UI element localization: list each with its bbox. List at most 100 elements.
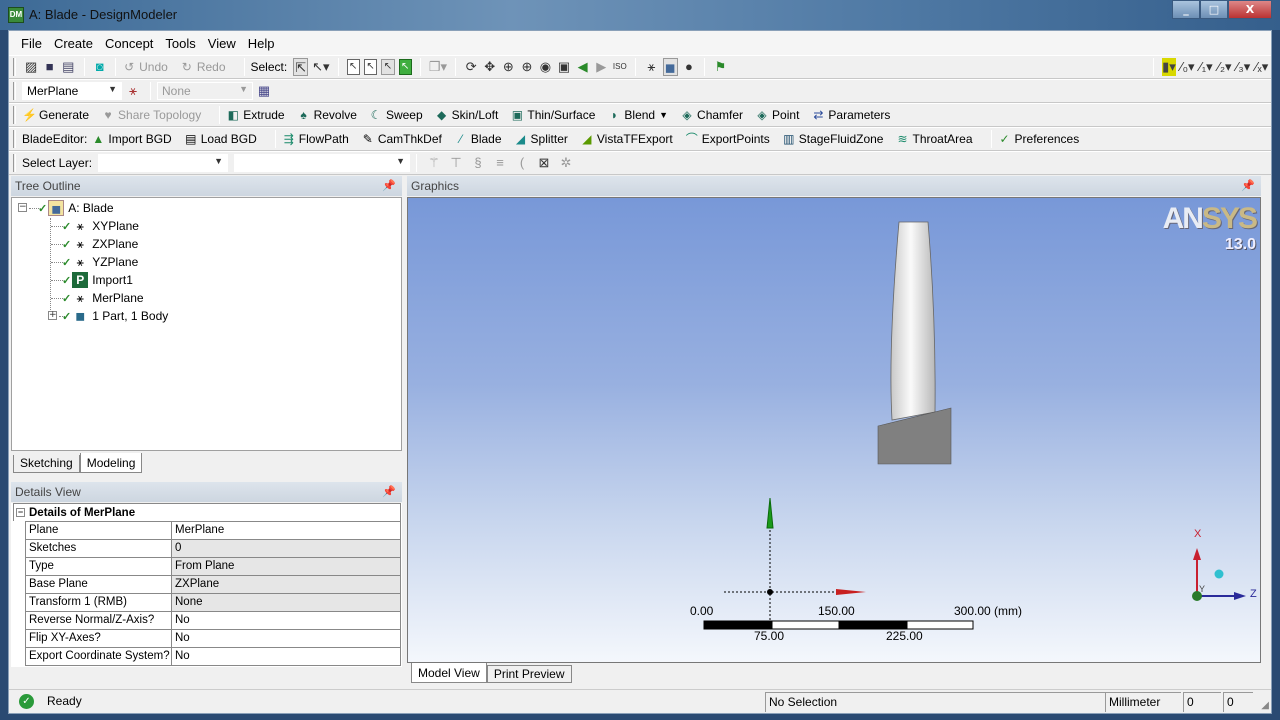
pin-icon[interactable]: 📌 [382, 176, 396, 196]
line-style-0-icon[interactable]: ⁄₀▾ [1180, 58, 1195, 76]
show-model-icon[interactable]: ◼ [662, 58, 678, 76]
details-row[interactable]: Sketches 0 [26, 540, 401, 558]
new-sketch-icon[interactable]: ▦ [255, 82, 273, 100]
tree-node-merplane[interactable]: ✓ ⚹ MerPlane [62, 289, 144, 307]
collapse-icon[interactable]: − [18, 203, 27, 212]
sketch-tool-3-icon[interactable]: § [469, 154, 487, 172]
resize-grip-icon[interactable]: ◢ [1261, 700, 1269, 711]
line-style-2-icon[interactable]: ⁄₂▾ [1217, 58, 1232, 76]
details-value[interactable]: ZXPlane [172, 576, 401, 593]
vistatfexport-button[interactable]: ◢ VistaTFExport [580, 132, 672, 146]
menu-concept[interactable]: Concept [99, 36, 159, 51]
menu-file[interactable]: File [15, 36, 48, 51]
details-row[interactable]: Type From Plane [26, 558, 401, 576]
tree-node-xyplane[interactable]: ✓ ⚹ XYPlane [62, 217, 139, 235]
next-view-icon[interactable]: ▶ [594, 58, 609, 76]
iso-view-icon[interactable]: ISO [613, 58, 628, 76]
blend-button[interactable]: ◗ Blend ▼ [607, 108, 668, 122]
line-style-x-icon[interactable]: ⁄ₓ▾ [1255, 58, 1270, 76]
plane-combo[interactable]: MerPlane ▼ [22, 82, 122, 100]
camthkdef-button[interactable]: ✎ CamThkDef [361, 132, 442, 146]
units-status[interactable]: Millimeter [1105, 692, 1181, 712]
details-row[interactable]: Export Coordinate System? No [26, 648, 401, 666]
close-button[interactable]: X [1228, 0, 1272, 19]
tab-sketching[interactable]: Sketching [13, 455, 80, 473]
preferences-button[interactable]: ✓ Preferences [998, 132, 1079, 146]
select-edges-icon[interactable]: ↖ [363, 59, 378, 75]
tree-node-import1[interactable]: ✓ P Import1 [62, 271, 133, 289]
extend-selection-icon[interactable]: ❒▾ [429, 58, 447, 76]
maximize-button[interactable]: □ [1200, 0, 1228, 19]
extrude-button[interactable]: ◧ Extrude [226, 108, 285, 122]
details-value[interactable]: 0 [172, 540, 401, 557]
zoom-fit-icon[interactable]: ◉ [538, 58, 553, 76]
look-at-icon[interactable]: ⚑ [713, 58, 728, 76]
show-points-icon[interactable]: ● [682, 58, 697, 76]
sketch-tool-4-icon[interactable]: ≡ [491, 154, 509, 172]
details-value[interactable]: From Plane [172, 558, 401, 575]
save-icon[interactable]: ■ [42, 58, 57, 76]
blade-button[interactable]: ⁄ Blade [454, 132, 502, 146]
revolve-button[interactable]: ♠ Revolve [297, 108, 357, 122]
menu-create[interactable]: Create [48, 36, 99, 51]
point-button[interactable]: ◈ Point [755, 108, 799, 122]
box-zoom-icon[interactable]: ▣ [557, 58, 572, 76]
details-value[interactable]: No [172, 648, 401, 665]
details-row[interactable]: Flip XY-Axes? No [26, 630, 401, 648]
show-planes-icon[interactable]: ⚹ [644, 58, 659, 76]
display-mode-icon[interactable]: ▮▾ [1161, 58, 1177, 76]
pin-icon[interactable]: 📌 [1241, 176, 1255, 196]
import-bgd-button[interactable]: ▲ Import BGD [91, 132, 171, 146]
details-row[interactable]: Transform 1 (RMB) None [26, 594, 401, 612]
new-icon[interactable]: ▨ [24, 58, 39, 76]
details-value[interactable]: No [172, 630, 401, 647]
sketch-tool-1-icon[interactable]: ⚚ [425, 154, 443, 172]
details-value[interactable]: None [172, 594, 401, 611]
details-row[interactable]: Base Plane ZXPlane [26, 576, 401, 594]
tab-model-view[interactable]: Model View [411, 663, 487, 683]
tree-node-zxplane[interactable]: ✓ ⚹ ZXPlane [62, 235, 138, 253]
chamfer-button[interactable]: ◈ Chamfer [680, 108, 743, 122]
sweep-button[interactable]: ☾ Sweep [369, 108, 423, 122]
collapse-icon[interactable]: − [16, 508, 25, 517]
parameters-button[interactable]: ⇄ Parameters [811, 108, 890, 122]
load-bgd-button[interactable]: ▤ Load BGD [184, 132, 257, 146]
select-faces-icon[interactable]: ↖ [381, 59, 395, 75]
menu-view[interactable]: View [202, 36, 242, 51]
menu-tools[interactable]: Tools [159, 36, 201, 51]
skin-loft-button[interactable]: ◆ Skin/Loft [435, 108, 498, 122]
line-style-1-icon[interactable]: ⁄₁▾ [1199, 58, 1214, 76]
layer-combo[interactable]: ▼ [98, 154, 228, 172]
tab-print-preview[interactable]: Print Preview [486, 665, 572, 683]
details-row[interactable]: Reverse Normal/Z-Axis? No [26, 612, 401, 630]
details-value[interactable]: MerPlane [172, 522, 401, 539]
tree-node-root[interactable]: ✓ ◼ A: Blade [38, 199, 114, 217]
graphics-viewport[interactable]: ANSYS 13.0 0.00 75.00 150.00 225.00 300.… [407, 197, 1261, 663]
redo-button[interactable]: ↻ Redo [180, 60, 226, 74]
previous-view-icon[interactable]: ◀ [575, 58, 590, 76]
tree-node-parts[interactable]: ✓ ◼ 1 Part, 1 Body [62, 307, 168, 325]
sketch-tool-5-icon[interactable]: ( [513, 154, 531, 172]
details-group-header[interactable]: − Details of MerPlane [13, 503, 401, 521]
pin-icon[interactable]: 📌 [382, 482, 396, 502]
sketch-tool-6-icon[interactable]: ⊠ [535, 154, 553, 172]
details-value[interactable]: No [172, 612, 401, 629]
minimize-button[interactable]: _ [1172, 0, 1200, 19]
select-bodies-icon[interactable]: ↖ [398, 59, 412, 75]
tab-modeling[interactable]: Modeling [79, 453, 143, 473]
details-row[interactable]: Plane MerPlane [26, 522, 401, 540]
exportpoints-button[interactable]: ⌒ ExportPoints [685, 132, 770, 146]
select-points-icon[interactable]: ↖ [346, 59, 360, 75]
stagefluidzone-button[interactable]: ▥ StageFluidZone [782, 132, 883, 146]
flowpath-button[interactable]: ⇶ FlowPath [282, 132, 349, 146]
sketch-combo[interactable]: None ▼ [157, 82, 253, 100]
layer-filter-combo[interactable]: ▼ [234, 154, 410, 172]
line-style-3-icon[interactable]: ⁄₃▾ [1236, 58, 1251, 76]
menu-help[interactable]: Help [242, 36, 281, 51]
zoom-icon[interactable]: ⊕ [501, 58, 516, 76]
expand-icon[interactable]: + [48, 311, 57, 320]
sketch-tool-7-icon[interactable]: ✲ [557, 154, 575, 172]
tree-node-yzplane[interactable]: ✓ ⚹ YZPlane [62, 253, 138, 271]
select-filter-icon[interactable]: ↖▾ [312, 58, 329, 76]
throatarea-button[interactable]: ≋ ThroatArea [895, 132, 972, 146]
